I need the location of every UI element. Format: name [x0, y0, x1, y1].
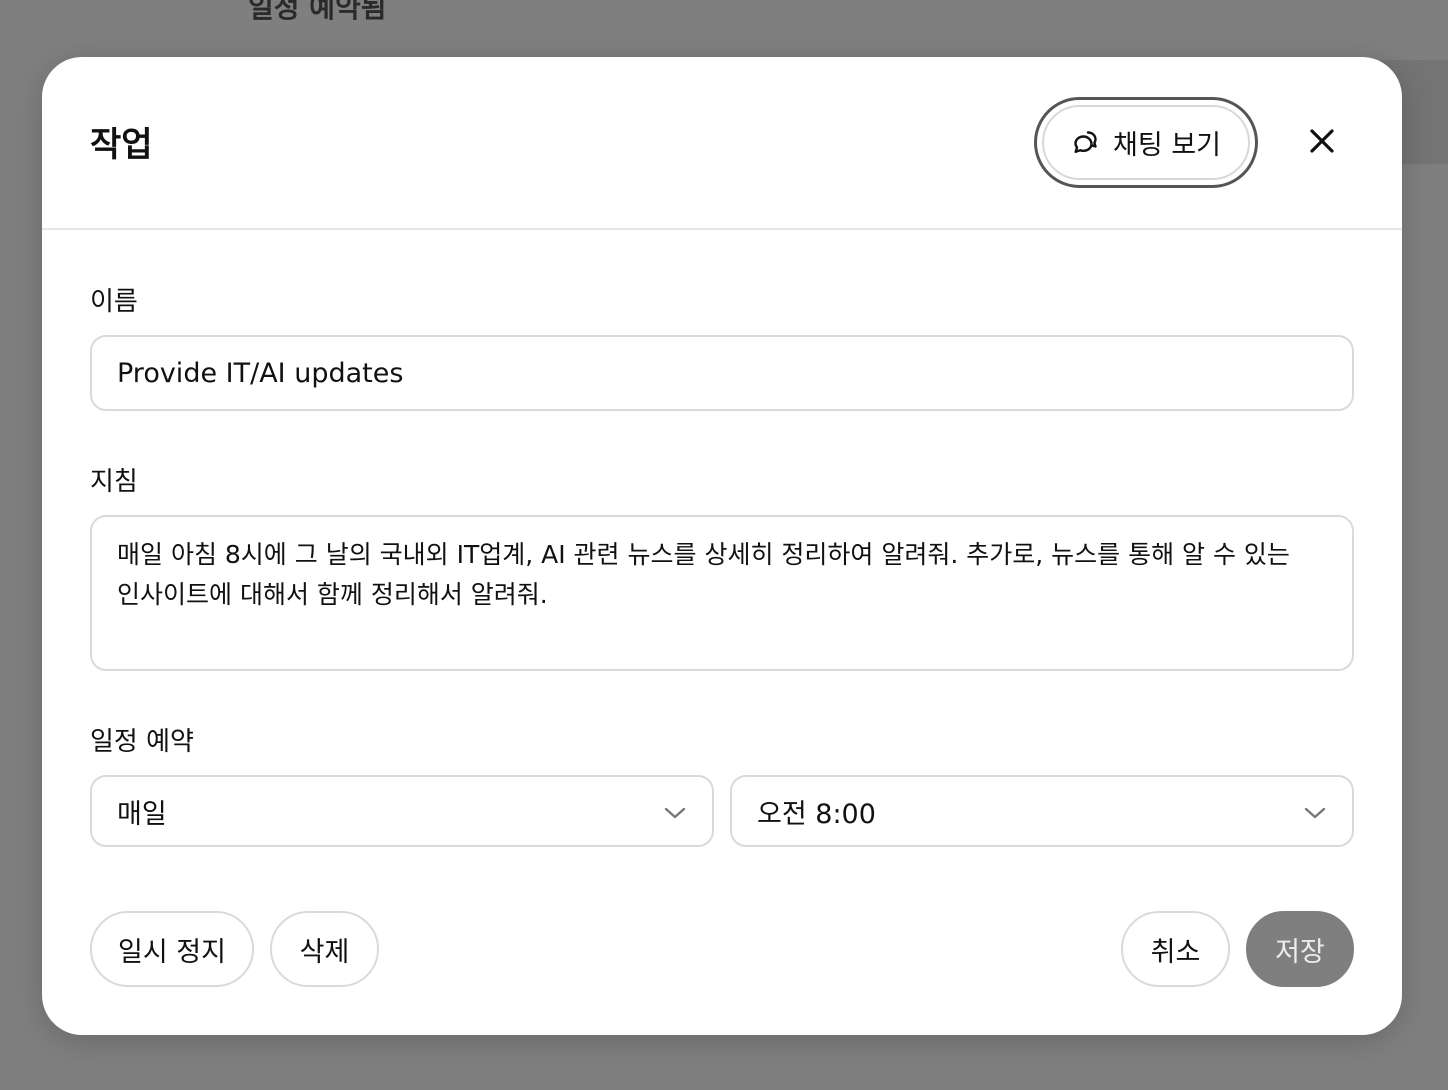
time-select[interactable]: 오전 8:00 [730, 775, 1354, 847]
instructions-textarea[interactable]: 매일 아침 8시에 그 날의 국내외 IT업계, AI 관련 뉴스를 상세히 정… [90, 515, 1354, 671]
cancel-button[interactable]: 취소 [1121, 911, 1230, 987]
view-chat-label: 채팅 보기 [1113, 130, 1221, 161]
background-page-heading: 일정 예약됨 [248, 0, 387, 24]
chat-bubbles-icon [1071, 128, 1101, 158]
schedule-label: 일정 예약 [90, 727, 194, 757]
name-label: 이름 [90, 287, 138, 317]
pause-label: 일시 정지 [118, 936, 226, 968]
instructions-label: 지침 [90, 467, 138, 497]
pause-button[interactable]: 일시 정지 [90, 911, 254, 987]
task-modal: 작업 채팅 보기 이름 Provide IT/AI updates 지침 매일 … [42, 57, 1402, 1035]
modal-title: 작업 [90, 125, 153, 165]
modal-header: 작업 채팅 보기 [42, 57, 1402, 230]
cancel-label: 취소 [1150, 936, 1201, 968]
chat-button-focus-ring: 채팅 보기 [1034, 97, 1258, 188]
frequency-value: 매일 [117, 798, 167, 830]
close-button[interactable] [1302, 123, 1342, 163]
chevron-down-icon [1303, 796, 1327, 827]
delete-button[interactable]: 삭제 [270, 911, 379, 987]
view-chat-button[interactable]: 채팅 보기 [1042, 105, 1250, 180]
instructions-value: 매일 아침 8시에 그 날의 국내외 IT업계, AI 관련 뉴스를 상세히 정… [117, 540, 1290, 609]
frequency-select[interactable]: 매일 [90, 775, 714, 847]
save-label: 저장 [1275, 936, 1325, 968]
chevron-down-icon [663, 796, 687, 827]
name-input[interactable]: Provide IT/AI updates [90, 335, 1354, 411]
close-icon [1309, 128, 1335, 158]
save-button[interactable]: 저장 [1246, 911, 1354, 987]
time-value: 오전 8:00 [757, 798, 876, 830]
delete-label: 삭제 [299, 936, 350, 968]
name-input-value: Provide IT/AI updates [117, 357, 404, 389]
